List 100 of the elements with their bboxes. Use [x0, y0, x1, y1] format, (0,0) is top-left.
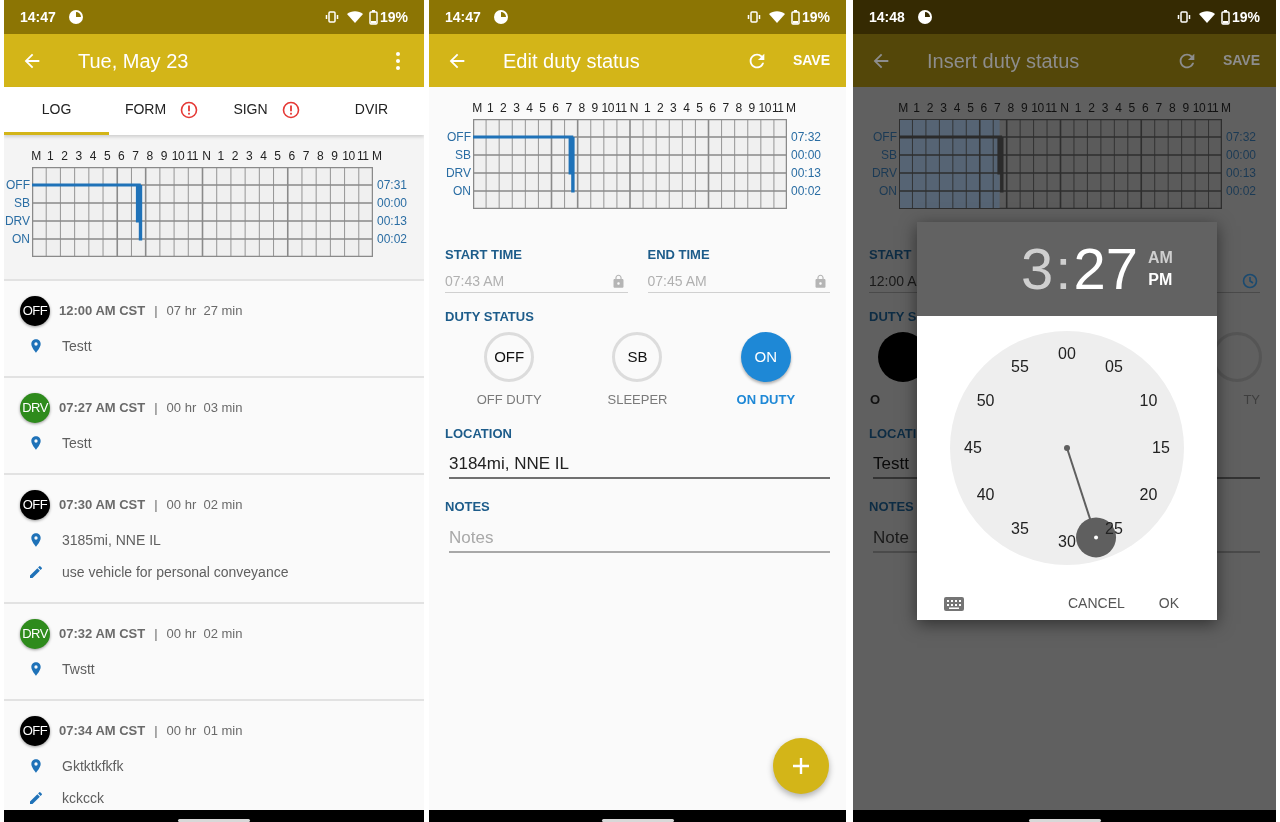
event-start-time: 12:00 AM CST: [59, 302, 146, 321]
wifi-icon: [768, 10, 785, 24]
home-indicator[interactable]: [1028, 819, 1101, 822]
duty-row-label: DRV: [4, 213, 30, 230]
dial-number: 15: [1151, 438, 1171, 458]
hour-label: 11: [185, 148, 199, 165]
period-option[interactable]: AM: [1147, 250, 1173, 266]
hour-label: 8: [145, 148, 154, 165]
hour-label: 10: [1192, 100, 1206, 117]
duty-row-label: ON: [879, 183, 897, 200]
hour-label: 8: [577, 100, 586, 117]
pencil-icon: [28, 564, 44, 580]
section-label: DUTY STATUS: [445, 307, 535, 326]
duty-status-option[interactable]: ON ON DUTY: [710, 332, 821, 410]
hour-label: 11: [355, 148, 370, 165]
hour-label: 9: [747, 100, 756, 117]
duty-total: 00:02: [791, 183, 822, 200]
hour-display[interactable]: 3: [1021, 240, 1054, 298]
hour-label: 3: [669, 100, 678, 117]
hour-label: M: [30, 148, 42, 165]
minute-display[interactable]: 27: [1073, 240, 1138, 298]
hour-label: 4: [1114, 100, 1123, 117]
dial-number: 50: [975, 391, 996, 411]
hour-label: 1: [642, 100, 652, 117]
location-pin-icon: [28, 338, 44, 354]
dial-number: 10: [1138, 391, 1159, 411]
hour-label: 8: [1006, 100, 1015, 117]
location-pin-icon: [28, 435, 44, 451]
screen-title: Tue, May 23: [78, 48, 190, 74]
section-label: DUTY S: [869, 307, 918, 326]
hour-label: 7: [993, 100, 1002, 117]
screen-title: Edit duty status: [503, 48, 641, 74]
status-badge: OFF: [20, 296, 50, 326]
alert-icon: [281, 100, 300, 119]
duty-total: 00:13: [377, 213, 408, 230]
duty-row-label: OFF: [447, 129, 471, 146]
hour-label: 10: [601, 100, 615, 117]
duty-total: 07:32: [791, 129, 822, 146]
hour-label: 3: [939, 100, 948, 117]
hour-label: 3: [512, 100, 521, 117]
hour-label: 2: [499, 100, 508, 117]
hour-label: 10: [758, 100, 772, 117]
hour-label: 1: [912, 100, 921, 117]
event-location: Testt: [62, 433, 92, 453]
hour-label: N: [628, 100, 639, 117]
vibrate-icon: [746, 10, 761, 24]
period-option[interactable]: PM: [1147, 272, 1173, 288]
field-label: END TIME: [647, 246, 710, 264]
event-duration: 00 hr 03 min: [166, 399, 243, 418]
hour-label: 3: [244, 148, 254, 165]
dial-number: 40: [975, 485, 996, 505]
hour-label: 8: [734, 100, 743, 117]
hour-label: 2: [1087, 100, 1096, 117]
battery-level: 19%: [801, 7, 830, 27]
separator: |: [154, 625, 158, 644]
dial-number: 55: [1010, 356, 1030, 377]
clock-time: 14:47: [20, 7, 56, 27]
hour-label: 11: [771, 100, 785, 117]
separator: |: [154, 722, 158, 741]
duty-total: 00:00: [1226, 147, 1257, 164]
dial-number: 00: [1057, 344, 1077, 364]
hour-label: 10: [341, 148, 356, 165]
event-start-time: 07:34 AM CST: [59, 722, 146, 741]
tab[interactable]: DVIR: [319, 87, 424, 135]
time-value: 07:43 AM: [445, 271, 505, 291]
duty-status-option[interactable]: OFF OFF DUTY: [454, 332, 565, 410]
hour-label: 11: [614, 100, 628, 117]
more-options-icon: [396, 51, 400, 70]
section-label: LOCATION: [445, 424, 513, 443]
battery-level: 19%: [379, 7, 408, 27]
keyboard-icon[interactable]: [943, 595, 965, 612]
duty-total: 00:13: [1226, 165, 1257, 182]
location-field[interactable]: 3184mi, NNE IL: [449, 451, 830, 479]
duty-row-label: DRV: [445, 165, 471, 182]
tab[interactable]: SIGN: [214, 87, 319, 135]
vibrate-icon: [324, 10, 339, 24]
hour-label: 10: [1030, 100, 1045, 117]
hour-label: 6: [117, 148, 126, 165]
notes-field[interactable]: Notes: [449, 524, 830, 553]
duty-status-option[interactable]: SB SLEEPER: [582, 332, 693, 410]
dial-number: 30: [1057, 532, 1077, 552]
ok-button[interactable]: OK: [1152, 587, 1185, 620]
hour-label: 6: [287, 148, 296, 165]
cancel-button[interactable]: CANCEL: [1061, 587, 1131, 620]
home-indicator[interactable]: [601, 819, 674, 822]
hour-label: 1: [46, 148, 55, 165]
wifi-icon: [1198, 10, 1215, 24]
dial-number: 35: [1010, 519, 1030, 540]
hour-label: 2: [925, 100, 934, 117]
battery-icon: [790, 9, 800, 25]
tab[interactable]: FORM: [109, 87, 214, 135]
location-pin-icon: [28, 532, 44, 548]
clock-time: 14:47: [445, 7, 481, 27]
section-label: LOCATI: [869, 424, 918, 443]
add-button[interactable]: [773, 738, 829, 794]
app-notification-icon: [67, 9, 84, 25]
time-value: 07:45 AM: [647, 271, 707, 291]
duty-row-label: OFF: [873, 129, 897, 146]
hour-label: 11: [1044, 100, 1058, 117]
status-badge: OFF: [20, 716, 50, 746]
